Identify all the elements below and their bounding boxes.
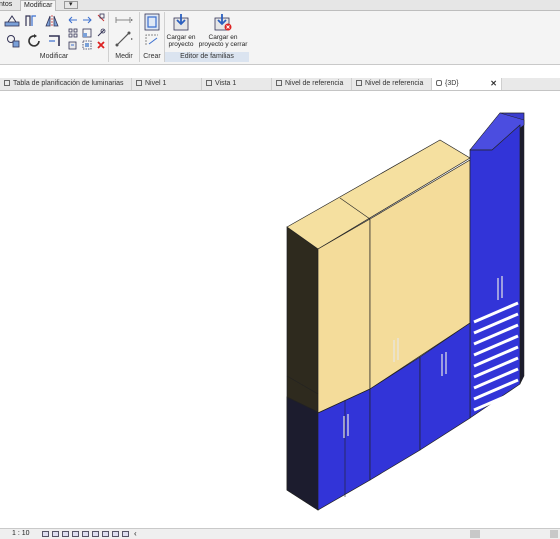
view-tab-nivel-1[interactable]: Nivel 1 <box>132 78 202 90</box>
scrollbar-end[interactable] <box>550 530 558 538</box>
view-control-bar: 1 : 10 ‹ <box>0 528 560 539</box>
load-into-project-icon <box>173 14 189 31</box>
load-and-close-label-2: proyecto y cerrar <box>198 41 248 48</box>
view-tab-bar: Tabla de planificación de luminarias Niv… <box>0 78 560 91</box>
paste-aligned-icon[interactable] <box>68 40 78 50</box>
load-into-project-and-close-button[interactable]: Cargar en proyecto y cerrar <box>198 12 248 52</box>
ribbon: ntos Modificar ▾ Modificar Medir Crear C… <box>0 0 560 65</box>
view-tab-label: Tabla de planificación de luminarias <box>13 80 124 87</box>
contextual-dropdown-button[interactable]: ▾ <box>64 1 78 9</box>
3d-view-icon <box>436 80 442 86</box>
3d-viewport[interactable] <box>0 91 560 527</box>
view-tab-nivel-referencia-1[interactable]: Nivel de referencia <box>272 78 352 90</box>
split-icon[interactable] <box>82 15 92 25</box>
dimension-icon[interactable] <box>114 30 134 48</box>
panel-label-crear: Crear <box>143 53 161 60</box>
view-tab-label: Nivel de referencia <box>365 80 424 87</box>
hide-isolate-icon[interactable] <box>122 531 129 537</box>
cabinet-model <box>286 112 525 511</box>
schedule-icon <box>4 80 10 86</box>
align-icon[interactable] <box>4 14 20 28</box>
sun-path-icon[interactable] <box>62 531 69 537</box>
floor-plan-icon <box>136 80 142 86</box>
lock-view-icon[interactable] <box>112 531 119 537</box>
ribbon-tab-elementos[interactable]: ntos <box>0 0 15 10</box>
view-tab-label: Nivel de referencia <box>285 80 344 87</box>
horizontal-scrollbar-thumb[interactable] <box>470 530 480 538</box>
group-icon[interactable] <box>82 40 92 50</box>
show-crop-icon[interactable] <box>102 531 109 537</box>
elevation-icon <box>356 80 362 86</box>
panel-label-editor-familias: Editor de familias <box>165 52 249 62</box>
close-tab-icon[interactable]: ✕ <box>490 78 497 90</box>
crop-view-icon[interactable] <box>92 531 99 537</box>
ribbon-tab-modificar[interactable]: Modificar <box>20 0 57 11</box>
unpin-icon[interactable] <box>96 28 106 38</box>
elevation-icon <box>276 80 282 86</box>
view-tab-label: Nivel 1 <box>145 80 167 87</box>
view-icon <box>206 80 212 86</box>
load-and-close-label-1: Cargar en <box>208 34 238 41</box>
view-tab-nivel-referencia-2[interactable]: Nivel de referencia <box>352 78 432 90</box>
chevron-down-icon: ▾ <box>69 1 73 8</box>
view-tab-schedule[interactable]: Tabla de planificación de luminarias <box>0 78 132 90</box>
measure-distance-icon[interactable] <box>114 14 134 26</box>
offset-icon[interactable] <box>24 14 38 28</box>
panel-separator <box>108 12 109 62</box>
trim-extend-icon[interactable] <box>46 33 62 49</box>
view-tab-3d[interactable]: {3D} ✕ <box>432 78 502 90</box>
scale-icon[interactable] <box>82 28 92 38</box>
panel-label-modificar: Modificar <box>39 53 69 60</box>
move-icon[interactable] <box>6 34 20 48</box>
load-into-project-label-1: Cargar en <box>166 34 196 41</box>
mirror-icon[interactable] <box>44 14 60 28</box>
detail-level-icon[interactable] <box>42 531 49 537</box>
symbolic-line-icon[interactable] <box>144 33 160 47</box>
load-into-project-label-2: proyecto <box>168 41 194 48</box>
view-tab-label: {3D} <box>445 80 459 87</box>
delete-icon[interactable] <box>96 40 106 50</box>
shadows-icon[interactable] <box>72 531 79 537</box>
panel-label-medir: Medir <box>115 53 133 60</box>
render-icon[interactable] <box>82 531 89 537</box>
rotate-icon[interactable] <box>26 33 42 49</box>
copy-icon[interactable] <box>68 15 78 25</box>
load-and-close-icon <box>214 14 232 31</box>
array-icon[interactable] <box>68 28 78 38</box>
visual-style-icon[interactable] <box>52 531 59 537</box>
cabinet-left-lower-side <box>286 396 319 511</box>
upper-door-left <box>317 218 371 414</box>
load-into-project-button[interactable]: Cargar en proyecto <box>166 12 196 52</box>
component-icon[interactable] <box>144 13 160 31</box>
view-tab-vista-1[interactable]: Vista 1 <box>202 78 272 90</box>
pin-icon[interactable] <box>96 13 106 23</box>
view-tab-label: Vista 1 <box>215 80 237 87</box>
ribbon-tab-bar: ntos Modificar ▾ <box>0 0 560 11</box>
